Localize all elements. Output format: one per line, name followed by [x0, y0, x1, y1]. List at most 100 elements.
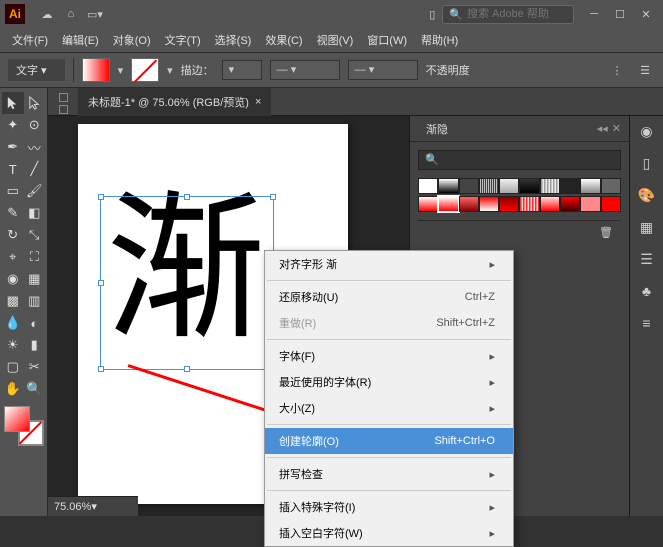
rectangle-tool[interactable]: ▭: [2, 180, 24, 202]
pen-tool[interactable]: ✒: [2, 136, 24, 158]
slice-tool[interactable]: ✂: [24, 356, 46, 378]
status-zoom[interactable]: 75.06% ▾: [48, 496, 138, 516]
delete-swatch-icon[interactable]: 🗑: [599, 226, 613, 239]
graph-tool[interactable]: ▮: [24, 334, 46, 356]
dock-stroke-icon[interactable]: ≡: [636, 312, 658, 334]
free-transform-tool[interactable]: ⛶: [24, 246, 46, 268]
scale-tool[interactable]: ⤡: [24, 224, 46, 246]
eraser-tool[interactable]: ◧: [24, 202, 46, 224]
type-tool[interactable]: T: [2, 158, 24, 180]
rotate-tool[interactable]: ↻: [2, 224, 24, 246]
cm-align-glyph[interactable]: 对齐字形 渐▸: [265, 251, 513, 277]
shape-builder-tool[interactable]: ◉: [2, 268, 24, 290]
handle-tm[interactable]: [184, 194, 190, 200]
gradient-tool[interactable]: ▥: [24, 290, 46, 312]
perspective-tool[interactable]: ▦: [24, 268, 46, 290]
menu-select[interactable]: 选择(S): [209, 29, 258, 51]
panel-collapse[interactable]: [48, 89, 78, 114]
menu-file[interactable]: 文件(F): [6, 29, 54, 51]
eyedropper-tool[interactable]: 💧: [2, 312, 24, 334]
fill-dropdown-icon[interactable]: ▾: [118, 64, 124, 77]
dock-symbols-icon[interactable]: ♣: [636, 280, 658, 302]
cm-recent-fonts[interactable]: 最近使用的字体(R)▸: [265, 369, 513, 395]
selection-bounds: [100, 196, 274, 370]
more-icon[interactable]: ⋮: [607, 60, 627, 80]
panel-menu-icon[interactable]: ☰: [635, 60, 655, 80]
mesh-tool[interactable]: ▩: [2, 290, 24, 312]
blend-tool[interactable]: ◐: [24, 312, 46, 334]
dock-brushes-icon[interactable]: ☰: [636, 248, 658, 270]
shaper-tool[interactable]: ✎: [2, 202, 24, 224]
menu-edit[interactable]: 编辑(E): [56, 29, 105, 51]
mode-dropdown[interactable]: 文字 ▾: [8, 59, 65, 81]
cm-font[interactable]: 字体(F)▸: [265, 343, 513, 369]
fill-swatch[interactable]: [82, 58, 110, 82]
line-tool[interactable]: ╱: [24, 158, 46, 180]
handle-bm[interactable]: [184, 366, 190, 372]
menu-window[interactable]: 窗口(W): [361, 29, 413, 51]
home-icon[interactable]: ⌂: [61, 4, 81, 24]
maximize-button[interactable]: ☐: [608, 4, 632, 24]
app-logo: Ai: [5, 4, 25, 24]
cm-size[interactable]: 大小(Z)▸: [265, 395, 513, 421]
swatch-row-2[interactable]: [418, 196, 621, 212]
direct-selection-tool[interactable]: [24, 92, 46, 114]
close-tab-icon[interactable]: ×: [255, 96, 261, 108]
search-input[interactable]: [467, 8, 567, 20]
menu-view[interactable]: 视图(V): [311, 29, 360, 51]
swatch-row-1[interactable]: [418, 178, 621, 194]
width-tool[interactable]: ⌖: [2, 246, 24, 268]
cm-insert-special[interactable]: 插入特殊字符(I)▸: [265, 494, 513, 520]
close-button[interactable]: ✕: [634, 4, 658, 24]
cloud-icon[interactable]: ☁: [37, 4, 57, 24]
fill-stroke-control[interactable]: [4, 406, 44, 446]
stroke-profile-field[interactable]: — ▾: [270, 60, 340, 80]
context-menu: 对齐字形 渐▸ 还原移动(U)Ctrl+Z 重做(R)Shift+Ctrl+Z …: [264, 250, 514, 547]
zoom-tool[interactable]: 🔍: [24, 378, 46, 400]
cm-create-outlines[interactable]: 创建轮廓(O)Shift+Ctrl+O: [265, 428, 513, 454]
brush-field[interactable]: — ▾: [348, 60, 418, 80]
panel-collapse-icon[interactable]: ◂◂: [597, 122, 608, 135]
control-bar: 文字 ▾ ▾ ▾ 描边： ▾ — ▾ — ▾ 不透明度 ⋮ ☰: [0, 52, 663, 88]
handle-tr[interactable]: [270, 194, 276, 200]
panel-tab-gradient[interactable]: 渐隐: [418, 117, 456, 141]
curvature-tool[interactable]: 〰: [24, 136, 46, 158]
paintbrush-tool[interactable]: 🖌: [24, 180, 46, 202]
minimize-button[interactable]: ─: [582, 4, 606, 24]
handle-ml[interactable]: [98, 280, 104, 286]
search-adobe-help[interactable]: 🔍: [442, 5, 574, 24]
selection-tool[interactable]: [2, 92, 24, 114]
menu-type[interactable]: 文字(T): [159, 29, 207, 51]
right-dock: ◉ ▯ 🎨 ▦ ☰ ♣ ≡: [629, 116, 663, 516]
toolbox: ✦⊙ ✒〰 T╱ ▭🖌 ✎◧ ↻⤡ ⌖⛶ ◉▦ ▩▥ 💧◐ ☀▮ ▢✂ ✋🔍: [0, 88, 48, 516]
hand-tool[interactable]: ✋: [2, 378, 24, 400]
search-icon: 🔍: [449, 8, 463, 21]
artboard-tool[interactable]: ▢: [2, 356, 24, 378]
opacity-label: 不透明度: [426, 62, 470, 78]
menu-bar: 文件(F) 编辑(E) 对象(O) 文字(T) 选择(S) 效果(C) 视图(V…: [0, 28, 663, 52]
doc-icon[interactable]: ▯: [422, 4, 442, 24]
symbol-tool[interactable]: ☀: [2, 334, 24, 356]
dock-swatches-icon[interactable]: ▦: [636, 216, 658, 238]
lasso-tool[interactable]: ⊙: [24, 114, 46, 136]
handle-bl[interactable]: [98, 366, 104, 372]
menu-help[interactable]: 帮助(H): [415, 29, 464, 51]
stroke-dropdown-icon[interactable]: ▾: [167, 64, 173, 77]
handle-tl[interactable]: [98, 194, 104, 200]
panel-close-icon[interactable]: ✕: [612, 122, 621, 135]
menu-object[interactable]: 对象(O): [107, 29, 157, 51]
dock-properties-icon[interactable]: ◉: [636, 120, 658, 142]
cm-spell-check[interactable]: 拼写检查▸: [265, 461, 513, 487]
magic-wand-tool[interactable]: ✦: [2, 114, 24, 136]
stroke-label: 描边：: [181, 62, 214, 78]
cm-insert-space[interactable]: 插入空白字符(W)▸: [265, 520, 513, 546]
dock-color-icon[interactable]: 🎨: [636, 184, 658, 206]
stroke-weight-field[interactable]: ▾: [222, 60, 262, 80]
dock-libraries-icon[interactable]: ▯: [636, 152, 658, 174]
document-tab[interactable]: 未标题-1* @ 75.06% (RGB/预览)×: [78, 88, 271, 116]
menu-effect[interactable]: 效果(C): [259, 29, 308, 51]
cm-undo[interactable]: 还原移动(U)Ctrl+Z: [265, 284, 513, 310]
stroke-swatch[interactable]: [131, 58, 159, 82]
panel-search[interactable]: [418, 150, 621, 170]
layout-icon[interactable]: ▭▾: [85, 4, 105, 24]
